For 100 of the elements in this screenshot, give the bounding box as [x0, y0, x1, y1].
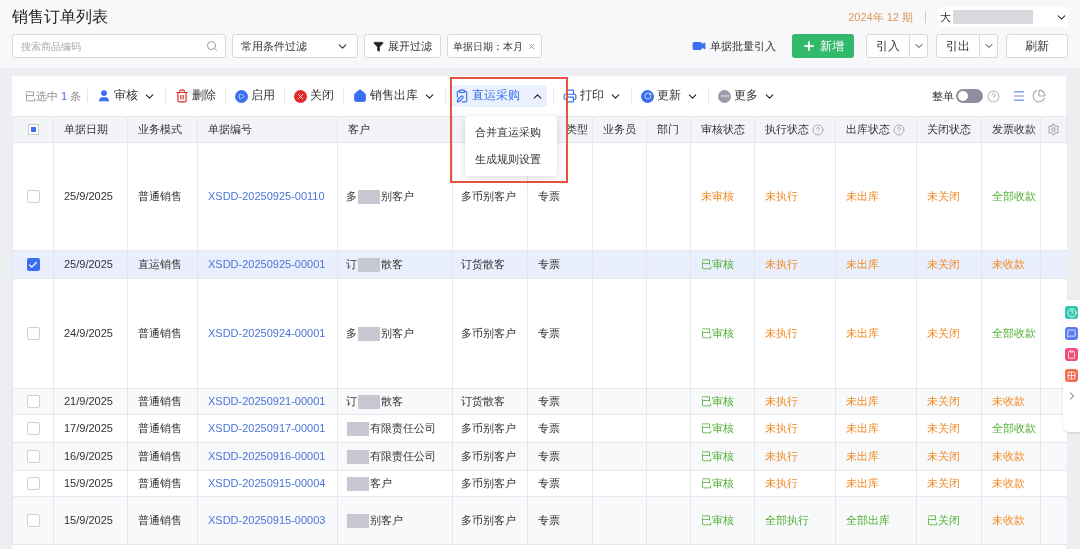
- status-cell: 未出库: [846, 450, 879, 463]
- customer-type-cell: 订货散客: [461, 258, 505, 271]
- menu-item[interactable]: 合并直运采购: [465, 119, 557, 146]
- blurred-patch: [347, 477, 369, 492]
- whole-order-toggle[interactable]: [956, 89, 983, 103]
- settings-icon[interactable]: [1047, 123, 1060, 136]
- chat-icon[interactable]: [1065, 327, 1078, 340]
- export-menu-button[interactable]: [980, 34, 998, 58]
- customer-type-cell: 多币别客户: [461, 450, 516, 463]
- row-checkbox[interactable]: [26, 327, 40, 340]
- toolbar-button[interactable]: 打印: [560, 85, 626, 107]
- row-checkbox[interactable]: [26, 422, 40, 435]
- customer-cell: 别客户: [381, 327, 414, 340]
- export-button[interactable]: 引出: [936, 34, 980, 58]
- date-cell: 24/9/2025: [64, 327, 113, 340]
- status-cell: 未收款: [992, 514, 1025, 527]
- batch-import-link[interactable]: 单据批量引入: [692, 37, 776, 55]
- status-cell: 未出库: [846, 422, 879, 435]
- selection-count: 已选中 1 条: [25, 88, 82, 104]
- status-cell: 已审核: [701, 422, 734, 435]
- row-checkbox[interactable]: [26, 190, 40, 203]
- clipboard-icon: [455, 89, 470, 103]
- customer-cell: 别客户: [381, 190, 414, 203]
- list-view-icon[interactable]: [1012, 89, 1026, 103]
- blurred-patch: [347, 514, 369, 529]
- toolbar-button[interactable]: 审核: [94, 85, 160, 107]
- status-cell: 未关闭: [927, 450, 960, 463]
- more-icon: [718, 89, 732, 103]
- search-icon: [206, 40, 218, 52]
- column-header[interactable]: 客户: [348, 121, 370, 138]
- help-icon: [893, 123, 905, 136]
- status-cell: 已审核: [701, 258, 734, 271]
- status-cell: 全部执行: [765, 514, 809, 527]
- date-cell: 21/9/2025: [64, 395, 113, 408]
- blurred-patch: [358, 190, 380, 205]
- close-icon: [294, 89, 308, 103]
- toolbar-button[interactable]: 直运采购: [452, 85, 548, 107]
- customer-cell: 有限责任公司: [370, 450, 436, 463]
- blurred-patch: [358, 327, 380, 342]
- filter-tag: 单据日期：本月: [447, 34, 542, 58]
- status-cell: 未执行: [765, 395, 798, 408]
- help-icon[interactable]: [987, 89, 1000, 103]
- row-checkbox[interactable]: [26, 514, 40, 527]
- customer-type-cell: 多币别客户: [461, 514, 516, 527]
- customer-cell: 别客户: [370, 514, 403, 527]
- blurred-patch: [358, 395, 380, 410]
- status-cell: 未关闭: [927, 190, 960, 203]
- search-field[interactable]: 搜索商品编码: [12, 34, 226, 58]
- customer-cell: 订: [346, 258, 357, 271]
- row-checkbox[interactable]: [26, 477, 40, 490]
- order-number-link[interactable]: XSDD-20250925-00110: [208, 190, 325, 203]
- grid-icon[interactable]: [1065, 369, 1078, 382]
- row-checkbox[interactable]: [26, 258, 40, 271]
- mode-cell: 普通销售: [138, 190, 182, 203]
- preset-filter-select[interactable]: 常用条件过滤: [232, 34, 358, 58]
- whole-order-label: 整单: [932, 88, 954, 104]
- close-icon[interactable]: [527, 41, 536, 51]
- refresh-button[interactable]: 刷新: [1006, 34, 1068, 58]
- order-number-link[interactable]: XSDD-20250924-00001: [208, 327, 326, 340]
- chart-view-icon[interactable]: [1032, 89, 1046, 103]
- toolbar-button[interactable]: 更多: [715, 85, 780, 107]
- menu-item[interactable]: 生成规则设置: [465, 146, 557, 173]
- video-icon: [692, 39, 706, 53]
- status-cell: 全部出库: [846, 514, 890, 527]
- customer-type-cell: 多币别客户: [461, 477, 516, 490]
- invoice-type-cell: 专票: [538, 327, 560, 340]
- mode-cell: 普通销售: [138, 450, 182, 463]
- customer-cell: 多: [346, 190, 357, 203]
- status-cell: 未收款: [992, 477, 1025, 490]
- status-cell: 未关闭: [927, 422, 960, 435]
- date-cell: 25/9/2025: [64, 258, 113, 271]
- status-cell: 未执行: [765, 422, 798, 435]
- status-cell: 未执行: [765, 190, 798, 203]
- plus-icon: [802, 39, 816, 53]
- clipboard-icon[interactable]: [1065, 348, 1078, 361]
- toolbar-button[interactable]: 销售出库: [350, 85, 440, 107]
- toolbar-button[interactable]: 启用: [232, 85, 279, 107]
- printer-icon: [563, 89, 578, 103]
- select-all-checkbox[interactable]: [27, 124, 39, 135]
- row-checkbox[interactable]: [26, 395, 40, 408]
- status-cell: 未执行: [765, 258, 798, 271]
- invoice-type-cell: 专票: [538, 395, 560, 408]
- toolbar-button[interactable]: 更新: [638, 85, 703, 107]
- mode-cell: 普通销售: [138, 477, 182, 490]
- customer-cell: 散客: [381, 258, 403, 271]
- expand-filter-button[interactable]: 展开过滤: [364, 34, 441, 58]
- status-cell: 未出库: [846, 477, 879, 490]
- invoice-type-cell: 专票: [538, 258, 560, 271]
- house-icon: [353, 89, 368, 103]
- toolbar-button[interactable]: 删除: [172, 85, 220, 107]
- toolbar-button[interactable]: 关闭: [291, 85, 338, 107]
- mode-cell: 普通销售: [138, 327, 182, 340]
- status-cell: 已审核: [701, 450, 734, 463]
- import-menu-button[interactable]: [910, 34, 928, 58]
- status-cell: 全部收款: [992, 422, 1036, 435]
- play-icon: [235, 89, 249, 103]
- row-checkbox[interactable]: [26, 450, 40, 463]
- column-header[interactable]: 单据编号: [208, 121, 252, 138]
- import-button[interactable]: 引入: [866, 34, 910, 58]
- company-select[interactable]: 大: [938, 7, 1068, 27]
